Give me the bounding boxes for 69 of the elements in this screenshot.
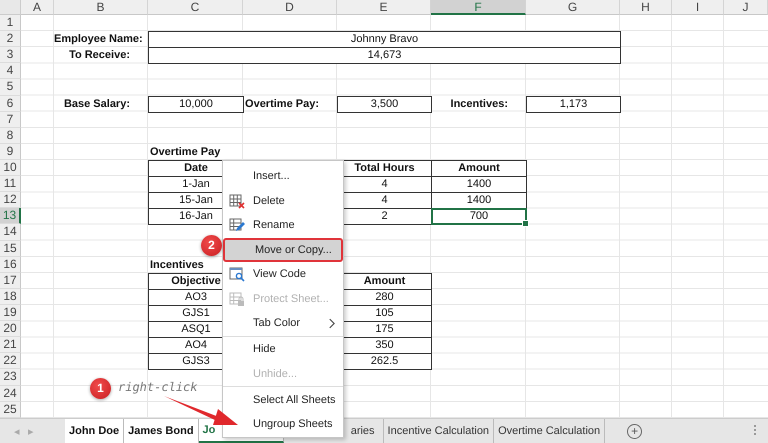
sheet-tab[interactable]: Incentive Calculation [384,419,494,443]
delete-sheet-icon [229,192,245,209]
field-label: Incentives: [450,96,509,112]
row-header[interactable]: 7 [0,112,21,128]
step-badge: 2 [201,235,222,256]
row-header[interactable]: 11 [0,176,21,192]
row-header[interactable]: 10 [0,160,21,176]
table-title: Overtime Pay [149,144,222,160]
sheet-tab[interactable]: Overtime Calculation [494,419,606,443]
row-header[interactable]: 3 [0,47,21,64]
menu-item[interactable]: Hide [223,336,343,362]
column-header[interactable]: C [148,0,243,15]
row-header[interactable]: 14 [0,224,21,241]
menu-item[interactable]: Ungroup Sheets [223,412,343,436]
column-header[interactable]: F [431,0,526,15]
field-label: Employee Name: [54,32,144,48]
row-header[interactable]: 2 [0,31,21,48]
sheet-tab[interactable]: John Doe [65,419,124,443]
protect-sheet-icon [229,290,245,307]
row-header[interactable]: 13 [0,208,21,224]
menu-item[interactable]: Select All Sheets [223,386,343,412]
chevron-right-icon [328,318,335,329]
column-heading: Amount [431,160,527,178]
row-header[interactable]: 8 [0,128,21,144]
sheet-tab[interactable]: James Bond [124,419,199,443]
row-header[interactable]: 20 [0,321,21,338]
row-header[interactable]: 6 [0,96,21,112]
field-label: To Receive: [68,48,131,64]
column-header[interactable]: J [724,0,768,15]
row-header[interactable]: 16 [0,256,21,273]
row-header[interactable]: 15 [0,240,21,257]
column-header[interactable]: D [243,0,337,15]
table-cell[interactable]: 1400 [431,192,527,210]
step-badge: 1 [90,378,111,399]
table-cell[interactable]: 1400 [431,176,527,194]
row-header[interactable]: 18 [0,288,21,305]
new-sheet-button[interactable]: + [627,424,642,438]
column-header[interactable]: E [337,0,431,15]
menu-item[interactable]: Move or Copy... [223,238,343,262]
value-cell: 3,500 [337,96,432,113]
row-header[interactable]: 5 [0,79,21,96]
field-label: Overtime Pay: [244,96,320,112]
row-header[interactable]: 4 [0,63,21,80]
row-header[interactable]: 1 [0,15,21,32]
row-header[interactable]: 19 [0,304,21,322]
column-header[interactable]: A [21,0,54,15]
table-cell[interactable]: 700 [431,208,527,226]
annotation-note: right-click [118,380,198,394]
column-header[interactable]: I [672,0,724,15]
row-header[interactable]: 22 [0,353,21,370]
row-header[interactable]: 17 [0,272,21,289]
value-cell: 1,173 [526,96,621,113]
view-code-icon [229,266,245,282]
column-header[interactable]: G [526,0,620,15]
column-header[interactable]: B [54,0,148,15]
value-cell: 14,673 [148,47,621,64]
row-header[interactable]: 24 [0,386,21,402]
column-header[interactable]: H [620,0,672,15]
rename-sheet-icon [229,217,245,234]
table-title: Incentives [149,258,205,273]
value-cell: Johnny Bravo [148,31,621,48]
row-header[interactable]: 12 [0,192,21,208]
value-cell: 10,000 [148,96,244,113]
row-header[interactable]: 23 [0,369,21,386]
row-header[interactable]: 21 [0,337,21,354]
select-all-button[interactable] [0,0,21,15]
field-label: Base Salary: [62,96,131,112]
row-header[interactable]: 25 [0,402,21,418]
row-header[interactable]: 9 [0,144,21,160]
